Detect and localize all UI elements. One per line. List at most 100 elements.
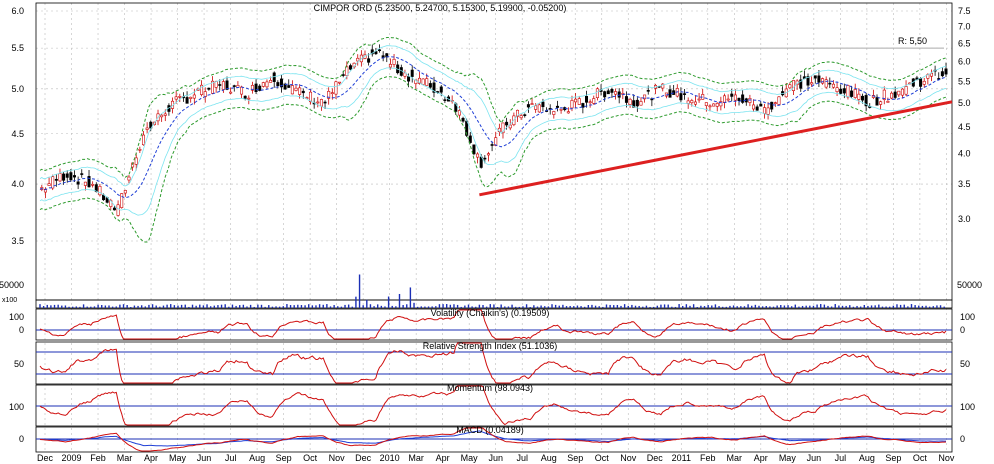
- volume-bar: [620, 305, 622, 308]
- volume-bar: [115, 306, 117, 308]
- candle-body: [904, 86, 908, 95]
- candle-body: [483, 157, 487, 160]
- volume-bar: [605, 304, 608, 308]
- volume-bar: [278, 306, 281, 308]
- candle-body: [828, 82, 832, 85]
- volume-bar: [769, 306, 771, 308]
- candle-body: [900, 88, 904, 96]
- price-tick-right: 7.5: [958, 6, 971, 16]
- momentum-panel: Momentum (98.0943) 100 100: [9, 383, 975, 426]
- volume-bar: [409, 287, 412, 308]
- volume-bar: [736, 306, 738, 308]
- volume-bar: [177, 305, 179, 308]
- volume-bar: [195, 305, 197, 308]
- price-tick-left: 6.0: [11, 6, 24, 16]
- candle-body: [523, 114, 527, 116]
- volume-bar: [235, 305, 237, 308]
- candle-body: [686, 100, 690, 104]
- candle-body: [704, 102, 708, 106]
- volume-bar: [79, 306, 81, 308]
- candle-body: [138, 148, 142, 151]
- volume-bar: [402, 305, 404, 308]
- volume-bar: [671, 306, 673, 308]
- volume-bar: [631, 304, 633, 308]
- envelope-upper-line: [39, 45, 947, 187]
- time-tick-label: Sep: [567, 453, 583, 463]
- candle-body: [639, 101, 643, 106]
- volume-tick-left: 50000: [0, 280, 24, 290]
- candle-body: [207, 87, 211, 90]
- volume-bar: [224, 304, 226, 308]
- volume-bar: [889, 306, 891, 308]
- volume-bar: [315, 305, 317, 308]
- volume-bar: [155, 305, 157, 308]
- volume-bar: [42, 306, 45, 308]
- candle-body: [261, 82, 265, 87]
- candle-body: [145, 127, 149, 130]
- momentum-tick-100: 100: [9, 402, 24, 412]
- macd-title: MACD (0.04189): [456, 425, 524, 435]
- volume-bar: [707, 305, 709, 308]
- candle-body: [269, 80, 273, 83]
- candle-body: [83, 181, 87, 186]
- candle-body: [72, 175, 76, 178]
- candle-body: [712, 103, 716, 107]
- candle-body: [679, 93, 683, 101]
- candle-body: [940, 71, 944, 77]
- candle-body: [810, 82, 814, 85]
- candle-body: [254, 83, 258, 93]
- volume-bar: [264, 306, 266, 308]
- volume-bar: [122, 304, 125, 308]
- volume-bar: [355, 296, 357, 308]
- price-axis-left: 6.0 5.5 5.0 4.5 4.0 3.5: [11, 6, 24, 246]
- volatility-tick-0: 0: [19, 325, 24, 335]
- volume-bar: [711, 305, 713, 308]
- volume-bar: [159, 306, 161, 308]
- volume-bar: [209, 306, 212, 308]
- volume-bar: [692, 304, 695, 308]
- volatility-tick-100-right: 100: [960, 312, 975, 322]
- time-tick-label: Jun: [488, 453, 503, 463]
- candle-body: [697, 98, 701, 101]
- volume-bar: [834, 304, 836, 308]
- volume-bar: [213, 305, 216, 308]
- time-tick-label: Apr: [754, 453, 768, 463]
- volume-bar: [326, 304, 328, 308]
- candle-body: [922, 80, 926, 85]
- volume-bar: [841, 305, 844, 308]
- volume-bar: [308, 304, 310, 308]
- time-tick-label: Jul: [225, 453, 237, 463]
- macd-tick-0-right: 0: [960, 434, 965, 444]
- volume-bar: [743, 306, 746, 308]
- volume-bar: [202, 305, 205, 308]
- volume-bars: [39, 274, 945, 308]
- candle-body: [577, 98, 581, 105]
- volume-bar: [573, 306, 575, 308]
- volume-bar: [725, 306, 728, 308]
- volume-bar: [820, 304, 822, 308]
- volume-bar: [856, 305, 858, 308]
- volume-bar: [184, 304, 186, 308]
- time-tick-label: Dec: [355, 453, 372, 463]
- candle-body: [566, 111, 570, 114]
- volume-bar: [406, 304, 408, 308]
- volume-bar: [293, 305, 295, 308]
- volume-bar: [282, 306, 284, 308]
- candle-body: [526, 104, 530, 108]
- candle-body: [490, 144, 494, 146]
- candle-body: [54, 178, 58, 181]
- candle-body: [624, 96, 628, 103]
- volume-bar: [660, 304, 662, 308]
- volume-bar: [253, 306, 255, 308]
- volume-bar: [932, 306, 934, 308]
- volume-bar: [939, 305, 942, 308]
- volume-bar: [918, 305, 920, 308]
- volume-bar: [170, 304, 172, 308]
- time-tick-label: 2009: [61, 453, 81, 463]
- time-tick-label: Nov: [938, 453, 955, 463]
- volume-bar: [395, 306, 397, 308]
- candle-body: [603, 91, 607, 98]
- volume-bar: [86, 306, 88, 308]
- candle-body: [243, 95, 247, 99]
- volume-bar: [68, 306, 70, 308]
